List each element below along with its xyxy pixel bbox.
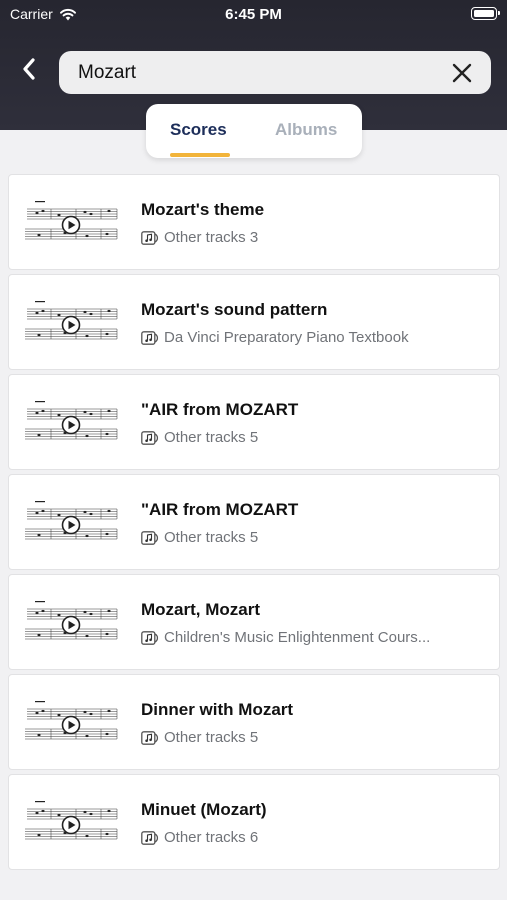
score-result-item[interactable]: Mozart's sound pattern Da Vinci Preparat… <box>8 274 500 370</box>
score-result-item[interactable]: Dinner with Mozart Other tracks 5 <box>8 674 500 770</box>
play-icon <box>61 515 81 535</box>
back-button[interactable] <box>14 54 44 84</box>
score-title: Minuet (Mozart) <box>141 800 267 819</box>
tab-albums[interactable]: Albums <box>275 120 337 140</box>
sheet-music-thumbnail <box>21 795 121 851</box>
score-results-list: Mozart's theme Other tracks 3 Mozart's s… <box>8 174 500 874</box>
sheet-music-thumbnail <box>21 395 121 451</box>
sheet-music-thumbnail <box>21 295 121 351</box>
score-title: "AIR from MOZART <box>141 400 299 419</box>
play-icon <box>61 315 81 335</box>
score-meta: Other tracks 5 <box>141 529 481 546</box>
score-meta: Children's Music Enlightenment Cours... <box>141 629 481 646</box>
score-result-item[interactable]: Minuet (Mozart) Other tracks 6 <box>8 774 500 870</box>
score-meta-text: Da Vinci Preparatory Piano Textbook <box>164 329 409 346</box>
search-input[interactable] <box>78 61 418 84</box>
score-meta: Other tracks 6 <box>141 829 481 846</box>
score-meta-text: Other tracks 5 <box>164 429 259 446</box>
score-result-item[interactable]: "AIR from MOZART Other tracks 5 <box>8 374 500 470</box>
search-bar <box>59 51 491 94</box>
score-meta-text: Other tracks 5 <box>164 729 259 746</box>
score-title: Mozart, Mozart <box>141 600 260 619</box>
clear-search-button[interactable] <box>451 62 473 84</box>
score-meta-text: Other tracks 5 <box>164 529 259 546</box>
score-meta: Other tracks 5 <box>141 429 481 446</box>
score-result-item[interactable]: Mozart, Mozart Children's Music Enlighte… <box>8 574 500 670</box>
tab-scores[interactable]: Scores <box>170 120 227 140</box>
score-title: Mozart's sound pattern <box>141 300 328 319</box>
score-result-item[interactable]: Mozart's theme Other tracks 3 <box>8 174 500 270</box>
sheet-music-thumbnail <box>21 595 121 651</box>
chevron-left-icon <box>23 58 35 80</box>
album-icon <box>141 530 159 545</box>
album-icon <box>141 330 159 345</box>
sheet-music-thumbnail <box>21 695 121 751</box>
play-icon <box>61 815 81 835</box>
score-meta-text: Other tracks 6 <box>164 829 259 846</box>
battery-icon <box>471 7 500 20</box>
clock: 6:45 PM <box>225 6 282 23</box>
score-meta: Other tracks 3 <box>141 229 481 246</box>
score-result-item[interactable]: "AIR from MOZART Other tracks 5 <box>8 474 500 570</box>
score-meta: Other tracks 5 <box>141 729 481 746</box>
active-tab-indicator <box>170 153 230 157</box>
score-title: Mozart's theme <box>141 200 265 219</box>
album-icon <box>141 230 159 245</box>
score-meta-text: Other tracks 3 <box>164 229 259 246</box>
score-meta: Da Vinci Preparatory Piano Textbook <box>141 329 481 346</box>
sheet-music-thumbnail <box>21 495 121 551</box>
play-icon <box>61 715 81 735</box>
play-icon <box>61 415 81 435</box>
sheet-music-thumbnail <box>21 195 121 251</box>
score-title: Dinner with Mozart <box>141 700 294 719</box>
score-meta-text: Children's Music Enlightenment Cours... <box>164 629 431 646</box>
album-icon <box>141 730 159 745</box>
play-icon <box>61 615 81 635</box>
album-icon <box>141 430 159 445</box>
score-title: "AIR from MOZART <box>141 500 299 519</box>
album-icon <box>141 830 159 845</box>
play-icon <box>61 215 81 235</box>
status-bar: Carrier 6:45 PM <box>0 0 507 28</box>
album-icon <box>141 630 159 645</box>
result-tabs: Scores Albums <box>146 104 362 158</box>
